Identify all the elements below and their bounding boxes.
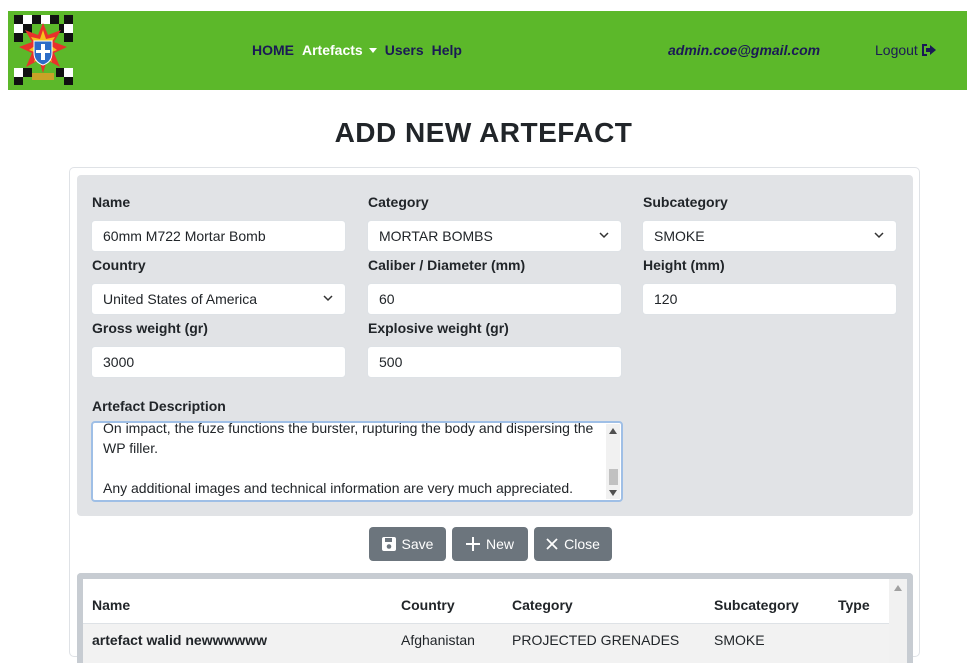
explosive-weight-input[interactable]: 500	[367, 346, 622, 378]
col-header-subcategory[interactable]: Subcategory	[714, 597, 799, 613]
country-value: United States of America	[103, 291, 258, 307]
save-label: Save	[401, 536, 434, 552]
nav-help[interactable]: Help	[432, 42, 462, 58]
nav-artefacts-label: Artefacts	[302, 42, 363, 58]
logout-label: Logout	[875, 42, 918, 58]
new-label: New	[485, 536, 514, 552]
top-navbar: HOME Artefacts Users Help admin.coe@gmai…	[8, 11, 967, 90]
col-header-name[interactable]: Name	[92, 597, 130, 613]
caliber-value: 60	[379, 291, 395, 307]
floppy-disk-icon	[381, 537, 396, 551]
subcategory-value: SMOKE	[654, 228, 705, 244]
gross-weight-value: 3000	[103, 354, 135, 370]
explosive-weight-label: Explosive weight (gr)	[368, 320, 509, 336]
height-input[interactable]: 120	[642, 283, 897, 315]
col-header-category[interactable]: Category	[512, 597, 573, 613]
gross-weight-label: Gross weight (gr)	[92, 320, 208, 336]
nav-users[interactable]: Users	[385, 42, 424, 58]
name-label: Name	[92, 194, 131, 210]
scroll-down-icon[interactable]	[609, 490, 617, 496]
nav-home[interactable]: HOME	[252, 42, 294, 58]
chevron-down-icon	[323, 295, 333, 302]
category-value: MORTAR BOMBS	[379, 228, 493, 244]
close-button[interactable]: Close	[534, 527, 612, 561]
caliber-label: Caliber / Diameter (mm)	[368, 257, 526, 273]
page-title: ADD NEW ARTEFACT	[334, 117, 633, 148]
subcategory-select[interactable]: SMOKE	[642, 220, 897, 252]
description-textarea[interactable]: On impact, the fuze functions the burste…	[91, 421, 623, 502]
height-value: 120	[654, 291, 678, 307]
col-header-type[interactable]: Type	[838, 597, 870, 613]
category-label: Category	[368, 194, 429, 210]
table-scrollbar[interactable]	[889, 579, 907, 663]
scroll-up-icon[interactable]	[894, 585, 902, 591]
scrollbar-thumb[interactable]	[609, 469, 618, 485]
nav-links: HOME Artefacts Users Help	[252, 42, 462, 58]
subcategory-label: Subcategory	[643, 194, 728, 210]
user-email: admin.coe@gmail.com	[668, 42, 821, 58]
country-label: Country	[92, 257, 146, 273]
nav-artefacts-dropdown[interactable]: Artefacts	[302, 42, 377, 58]
row-country-cell: Afghanistan	[401, 632, 475, 648]
chevron-down-icon	[874, 232, 884, 239]
caret-down-icon	[368, 48, 377, 53]
row-name-cell: artefact walid newwwwww	[92, 632, 268, 648]
save-button[interactable]: Save	[369, 527, 446, 561]
country-select[interactable]: United States of America	[91, 283, 346, 315]
plus-icon	[465, 537, 480, 551]
close-icon	[546, 538, 558, 550]
col-header-country[interactable]: Country	[401, 597, 455, 613]
new-button[interactable]: New	[452, 527, 528, 561]
caliber-input[interactable]: 60	[367, 283, 622, 315]
explosive-weight-value: 500	[379, 354, 403, 370]
sign-out-icon	[921, 44, 936, 56]
name-value: 60mm M722 Mortar Bomb	[103, 228, 266, 244]
description-label: Artefact Description	[92, 398, 226, 414]
category-select[interactable]: MORTAR BOMBS	[367, 220, 622, 252]
chevron-down-icon	[599, 232, 609, 239]
close-label: Close	[564, 536, 600, 552]
row-category-cell: PROJECTED GRENADES	[512, 632, 680, 648]
gross-weight-input[interactable]: 3000	[91, 346, 346, 378]
height-label: Height (mm)	[643, 257, 725, 273]
name-input[interactable]: 60mm M722 Mortar Bomb	[91, 220, 346, 252]
scroll-up-icon[interactable]	[609, 428, 617, 434]
description-value: On impact, the fuze functions the burste…	[103, 421, 594, 496]
coat-of-arms-logo[interactable]	[12, 13, 74, 87]
description-scrollbar[interactable]	[606, 424, 620, 499]
row-subcategory-cell: SMOKE	[714, 632, 765, 648]
logout-link[interactable]: Logout	[875, 42, 936, 58]
